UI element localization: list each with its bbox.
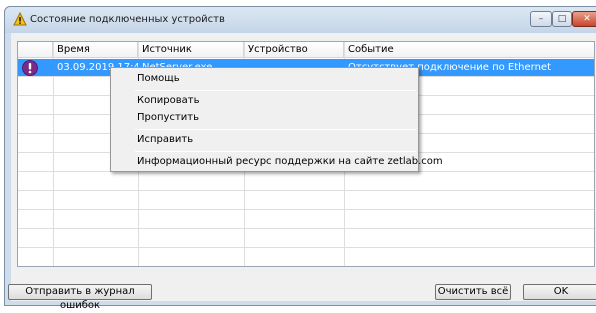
column-header-device[interactable]: Устройство bbox=[244, 42, 344, 58]
close-button[interactable]: ✕ bbox=[572, 11, 596, 27]
menu-item-fix[interactable]: Исправить bbox=[137, 132, 193, 148]
menu-item-support-resource[interactable]: Информационный ресурс поддержки на сайте… bbox=[137, 154, 443, 170]
window-title: Состояние подключенных устройств bbox=[30, 14, 225, 25]
minimize-button[interactable]: – bbox=[530, 11, 552, 27]
table-row[interactable] bbox=[18, 211, 594, 229]
menu-separator bbox=[135, 90, 416, 91]
exclamation-icon bbox=[22, 60, 38, 76]
minimize-icon: – bbox=[538, 14, 544, 24]
table-row[interactable] bbox=[18, 230, 594, 248]
maximize-icon: □ bbox=[557, 14, 567, 24]
menu-item-help[interactable]: Помощь bbox=[137, 71, 180, 87]
clear-all-button[interactable]: Очистить всё bbox=[435, 284, 511, 300]
menu-item-copy[interactable]: Копировать bbox=[137, 93, 199, 109]
menu-item-skip[interactable]: Пропустить bbox=[137, 110, 199, 126]
table-row[interactable] bbox=[18, 192, 594, 210]
context-menu: Помощь Копировать Пропустить Исправить И… bbox=[110, 67, 443, 172]
table-row[interactable] bbox=[18, 249, 594, 266]
menu-separator bbox=[135, 151, 416, 152]
title-bar[interactable]: Состояние подключенных устройств – □ ✕ bbox=[5, 7, 596, 33]
column-header-status[interactable] bbox=[18, 42, 53, 58]
send-to-error-log-button[interactable]: Отправить в журнал ошибок bbox=[8, 284, 152, 311]
column-header-event[interactable]: Событие bbox=[344, 42, 594, 58]
table-header: Время Источник Устройство Событие bbox=[18, 42, 594, 58]
close-icon: ✕ bbox=[583, 14, 591, 24]
column-header-time[interactable]: Время bbox=[53, 42, 138, 58]
column-header-source[interactable]: Источник bbox=[138, 42, 244, 58]
ok-button[interactable]: OK bbox=[523, 284, 596, 300]
maximize-button[interactable]: □ bbox=[552, 11, 572, 27]
warning-icon bbox=[13, 12, 27, 26]
table-row[interactable] bbox=[18, 173, 594, 191]
menu-separator bbox=[135, 129, 416, 130]
